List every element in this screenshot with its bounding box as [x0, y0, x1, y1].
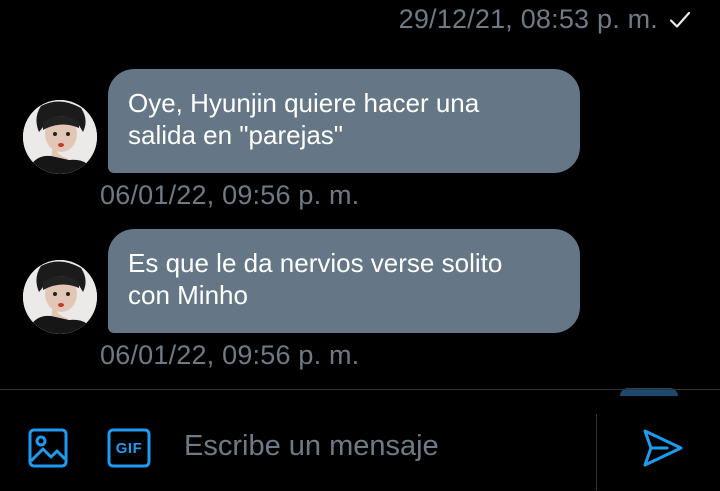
dm-conversation: 29/12/21, 08:53 p. m. Oye, Hyunjin quier… [0, 0, 720, 491]
avatar-photo [23, 260, 97, 334]
send-icon [643, 429, 683, 467]
avatar[interactable] [23, 260, 97, 334]
message-timestamp: 06/01/22, 09:56 p. m. [100, 340, 360, 370]
send-button[interactable] [640, 426, 686, 470]
message-line: salida en "parejas" [128, 120, 344, 150]
add-image-button[interactable] [26, 426, 70, 470]
message-timestamp: 06/01/22, 09:56 p. m. [100, 180, 360, 210]
message-line: Oye, Hyunjin quiere hacer una [128, 88, 480, 118]
add-gif-button[interactable]: GIF [106, 426, 152, 470]
avatar[interactable] [23, 100, 97, 174]
send-divider [596, 414, 597, 490]
check-icon [669, 11, 691, 28]
message-bubble[interactable]: Oye, Hyunjin quiere hacer una salida en … [108, 69, 580, 173]
sent-message-meta: 29/12/21, 08:53 p. m. [399, 4, 692, 35]
image-icon [28, 428, 68, 468]
message-bubble[interactable]: Es que le da nervios verse solito con Mi… [108, 229, 580, 333]
message-line: Es que le da nervios verse solito [128, 248, 503, 278]
message-line: con Minho [128, 280, 248, 310]
gif-label: GIF [115, 439, 143, 457]
avatar-photo [23, 100, 97, 174]
message-composer: GIF [0, 390, 720, 491]
message-input[interactable] [176, 424, 584, 468]
sent-message-timestamp: 29/12/21, 08:53 p. m. [398, 4, 658, 34]
